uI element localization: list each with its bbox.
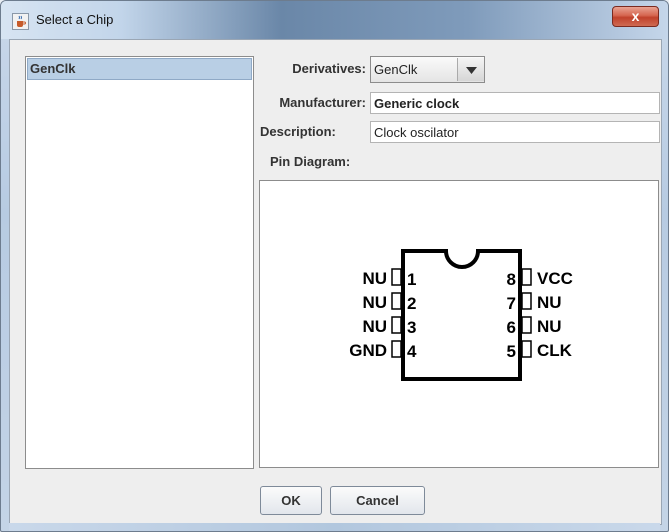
window-bottom-border	[9, 523, 660, 531]
pin-1-number: 1	[407, 270, 416, 289]
title-bar[interactable]: Select a Chip x	[1, 1, 668, 39]
window-title: Select a Chip	[36, 12, 114, 27]
cancel-button[interactable]: Cancel	[330, 486, 425, 515]
derivatives-dropdown[interactable]: GenClk	[370, 56, 485, 83]
pin-5-number: 5	[507, 342, 516, 361]
chip-list[interactable]: GenClk	[25, 56, 254, 469]
pin-4-name: GND	[349, 341, 387, 360]
pin-7-pad	[521, 292, 532, 310]
pin-1-name: NU	[362, 269, 387, 288]
pin-2-name: NU	[362, 293, 387, 312]
dialog-window: Select a Chip x GenClk Derivatives: GenC…	[0, 0, 669, 532]
derivatives-value: GenClk	[374, 62, 418, 77]
close-icon: x	[631, 8, 640, 24]
pin-6-pad	[521, 316, 532, 334]
pin-4-number: 4	[407, 342, 417, 361]
manufacturer-field[interactable]: Generic clock	[370, 92, 660, 114]
description-field[interactable]: Clock oscilator	[370, 121, 660, 143]
pin-4-pad	[391, 340, 402, 358]
pin-3-number: 3	[407, 318, 416, 337]
pin-8-name: VCC	[537, 269, 573, 288]
pin-diagram-label: Pin Diagram:	[270, 154, 351, 169]
pin-5-pad	[521, 340, 532, 358]
pin-7-number: 7	[507, 294, 516, 313]
pin-6-name: NU	[537, 317, 562, 336]
pin-8-pad	[521, 268, 532, 286]
pin-1-pad	[391, 268, 402, 286]
close-button[interactable]: x	[612, 6, 659, 27]
pin-2-number: 2	[407, 294, 416, 313]
pin-diagram: NU NU NU GND 1 2 3 4 8 7 6 5 VCC NU NU C…	[349, 249, 573, 381]
pin-diagram-panel: NU NU NU GND 1 2 3 4 8 7 6 5 VCC NU NU C…	[259, 180, 659, 468]
pin-2-pad	[391, 292, 402, 310]
ok-button[interactable]: OK	[260, 486, 322, 515]
manufacturer-label: Manufacturer:	[279, 95, 366, 110]
pin-3-pad	[391, 316, 402, 334]
pin-8-number: 8	[507, 270, 516, 289]
derivatives-dropdown-button[interactable]	[457, 58, 484, 81]
chip-list-item-genclk[interactable]: GenClk	[27, 58, 252, 80]
pin-3-name: NU	[362, 317, 387, 336]
description-label: Description:	[260, 124, 336, 139]
derivatives-label: Derivatives:	[292, 61, 366, 76]
pin-7-name: NU	[537, 293, 562, 312]
pin-6-number: 6	[507, 318, 516, 337]
triangle-down-icon	[466, 67, 477, 74]
pin-5-name: CLK	[537, 341, 573, 360]
java-cup-icon	[12, 13, 29, 30]
chip-body	[401, 249, 522, 381]
dialog-content: GenClk Derivatives: GenClk Manufacturer:…	[9, 39, 662, 525]
